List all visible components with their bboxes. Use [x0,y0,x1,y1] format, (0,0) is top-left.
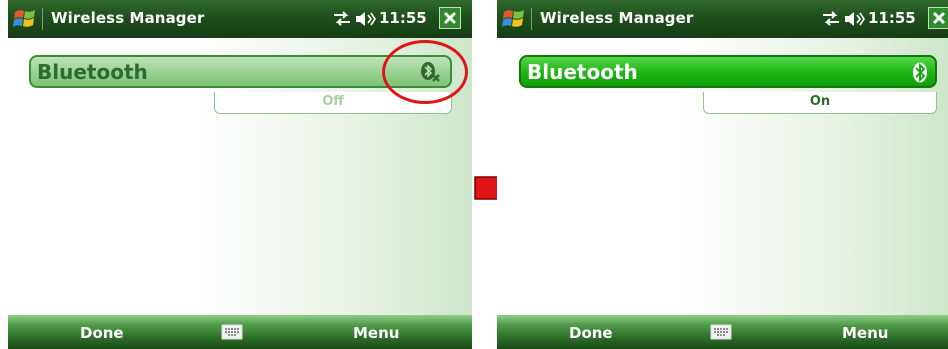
annotation-circle [382,40,468,104]
title-separator [531,8,532,30]
menu-softkey[interactable]: Menu [353,324,399,342]
close-button[interactable] [928,7,948,29]
screen-after: Wireless Manager 11:55 Bluetooth On Done [497,0,948,349]
title-bar: Wireless Manager 11:55 [8,0,472,38]
bluetooth-icon [913,62,927,83]
close-icon [932,11,946,25]
close-button[interactable] [439,7,461,29]
softkey-bar: Done Menu [497,315,948,349]
title-bar: Wireless Manager 11:55 [497,0,948,38]
close-icon [443,11,457,25]
clock[interactable]: 11:55 [379,9,427,27]
bluetooth-label: Bluetooth [37,60,148,84]
title-separator [42,8,43,30]
bluetooth-toggle-bar[interactable]: Bluetooth [519,55,937,88]
keyboard-icon[interactable] [710,324,732,340]
keyboard-icon[interactable] [221,324,243,340]
app-title: Wireless Manager [540,9,694,27]
speaker-icon[interactable] [843,10,865,28]
bluetooth-status: On [703,92,937,114]
softkey-bar: Done Menu [8,315,472,349]
bluetooth-label: Bluetooth [527,60,638,84]
windows-flag-icon[interactable] [12,7,38,31]
windows-flag-icon[interactable] [501,7,527,31]
speaker-icon[interactable] [354,10,376,28]
connectivity-arrows-icon[interactable] [332,10,352,28]
done-softkey[interactable]: Done [80,324,124,342]
done-softkey[interactable]: Done [569,324,613,342]
clock[interactable]: 11:55 [868,9,916,27]
connectivity-arrows-icon[interactable] [821,10,841,28]
menu-softkey[interactable]: Menu [842,324,888,342]
app-title: Wireless Manager [51,9,205,27]
